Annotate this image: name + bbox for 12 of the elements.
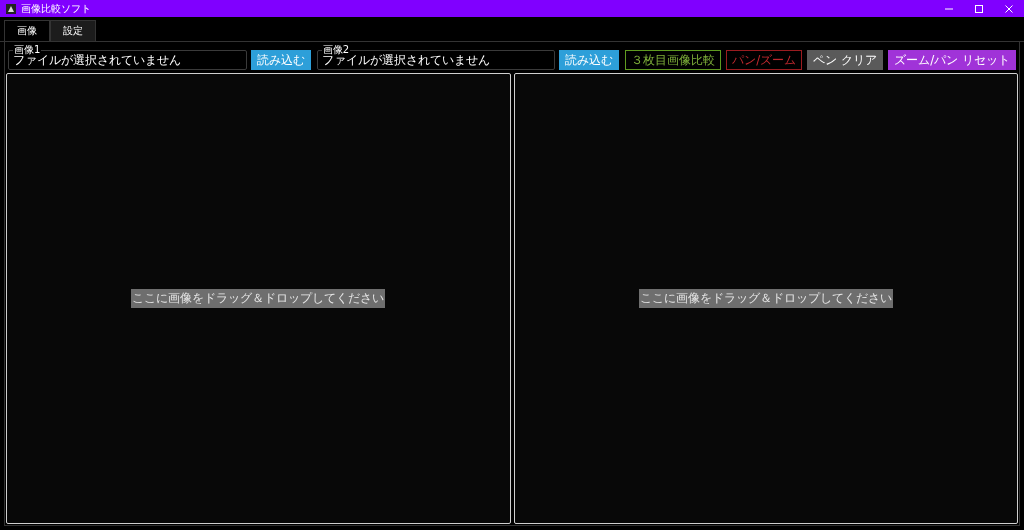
toolbar-button[interactable]: ３枚目画像比較	[625, 50, 722, 70]
drop-area[interactable]: ここに画像をドラッグ＆ドロップしてください	[6, 73, 511, 524]
tab[interactable]: 画像	[4, 20, 50, 41]
drop-hint: ここに画像をドラッグ＆ドロップしてください	[131, 289, 386, 308]
app-icon	[6, 3, 16, 14]
toolbar-button[interactable]: パン/ズーム	[726, 50, 803, 70]
toolbar-button[interactable]: ペン クリア	[807, 50, 884, 70]
tab[interactable]: 設定	[50, 20, 96, 41]
drop-area[interactable]: ここに画像をドラッグ＆ドロップしてください	[513, 73, 1018, 524]
drop-hint: ここに画像をドラッグ＆ドロップしてください	[638, 289, 893, 308]
toolbar-button[interactable]: ズーム/パン リセット	[888, 50, 1016, 70]
window-title: 画像比較ソフト	[21, 1, 91, 16]
